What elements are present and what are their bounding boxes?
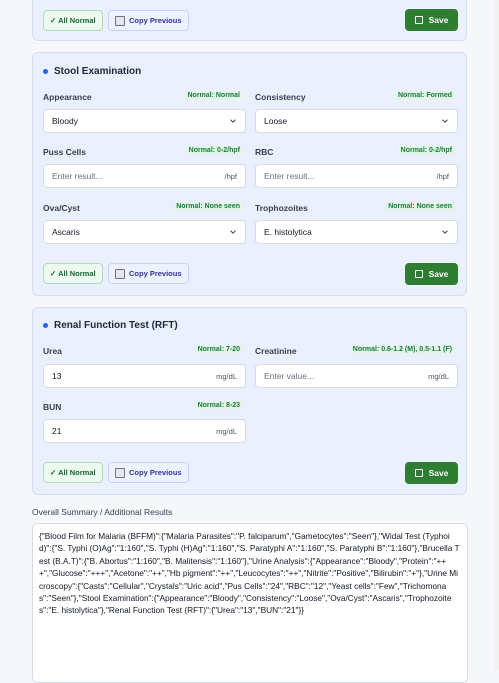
copy-previous-label: Copy Previous — [129, 468, 182, 477]
all-normal-button[interactable]: ✓ All Normal — [43, 263, 103, 284]
section-title: Stool Examination — [43, 66, 141, 77]
section-title-text: Renal Function Test (RFT) — [54, 320, 178, 331]
urea-unit: mg/dL — [216, 371, 237, 381]
consistency-label: Consistency — [255, 92, 306, 102]
puss-cells-input[interactable]: Enter result... /hpf — [43, 164, 246, 188]
copy-previous-label: Copy Previous — [129, 269, 182, 278]
save-label: Save — [428, 269, 449, 279]
save-button[interactable]: Save — [405, 462, 458, 484]
rbc-label: RBC — [255, 147, 274, 157]
save-button[interactable]: Save — [405, 263, 458, 285]
save-icon — [414, 16, 423, 24]
rbc-unit: /hpf — [436, 171, 449, 181]
bun-value: 21 — [52, 426, 62, 436]
save-icon — [414, 469, 423, 477]
all-normal-button[interactable]: ✓ All Normal — [43, 462, 103, 483]
creatinine-label: Creatinine — [255, 346, 297, 356]
rbc-input[interactable]: Enter result... /hpf — [255, 164, 458, 188]
rbc-placeholder: Enter result... — [264, 171, 315, 181]
bun-input[interactable]: 21 mg/dL — [43, 419, 246, 443]
puss-cells-normal: Normal: 0-2/hpf — [185, 146, 243, 155]
bun-normal: Normal: 8-23 — [194, 401, 243, 410]
bun-label: BUN — [43, 402, 62, 412]
section-title: Renal Function Test (RFT) — [43, 320, 178, 331]
copy-icon — [115, 268, 125, 279]
appearance-normal: Normal: Normal — [184, 91, 243, 100]
all-normal-label: ✓ All Normal — [50, 16, 96, 25]
section-title-text: Stool Examination — [54, 66, 142, 77]
copy-previous-button[interactable]: Copy Previous — [108, 263, 189, 284]
rbc-normal: Normal: 0-2/hpf — [397, 146, 455, 155]
puss-cells-placeholder: Enter result... — [52, 171, 103, 181]
urea-input[interactable]: 13 mg/dL — [43, 364, 246, 388]
summary-label: Overall Summary / Additional Results — [32, 507, 173, 517]
save-label: Save — [428, 468, 449, 478]
creatinine-normal: Normal: 0.6-1.2 (M), 0.5-1.1 (F) — [349, 345, 455, 354]
copy-previous-button[interactable]: Copy Previous — [108, 10, 189, 31]
all-normal-label: ✓ All Normal — [50, 468, 96, 477]
puss-cells-unit: /hpf — [224, 171, 237, 181]
all-normal-button[interactable]: ✓ All Normal — [43, 10, 103, 31]
chevron-down-icon — [230, 119, 236, 123]
appearance-value: Bloody — [52, 116, 78, 126]
previous-test-panel: ✓ All Normal Copy Previous Save — [32, 0, 467, 41]
stool-examination-panel: Stool Examination Appearance Normal: Nor… — [32, 52, 467, 296]
copy-icon — [115, 15, 125, 26]
consistency-value: Loose — [264, 116, 288, 126]
summary-textarea[interactable]: {"Blood Film for Malaria (BFFM)":{"Malar… — [32, 523, 468, 683]
puss-cells-label: Puss Cells — [43, 147, 86, 157]
copy-previous-button[interactable]: Copy Previous — [108, 462, 189, 483]
bullet-dot-icon — [43, 323, 48, 328]
save-button[interactable]: Save — [405, 9, 458, 31]
consistency-select[interactable]: Loose — [255, 109, 458, 133]
urea-label: Urea — [43, 346, 62, 356]
ova-cyst-label: Ova/Cyst — [43, 203, 80, 213]
copy-previous-label: Copy Previous — [129, 16, 182, 25]
trophozoites-select[interactable]: E. histolytica — [255, 220, 458, 244]
bun-unit: mg/dL — [216, 426, 237, 436]
save-icon — [414, 270, 423, 278]
chevron-down-icon — [230, 230, 236, 234]
all-normal-label: ✓ All Normal — [50, 269, 96, 278]
trophozoites-label: Trophozoites — [255, 203, 308, 213]
copy-icon — [115, 467, 125, 478]
trophozoites-normal: Normal: None seen — [385, 202, 455, 211]
creatinine-input[interactable]: Enter value... mg/dL — [255, 364, 458, 388]
trophozoites-value: E. histolytica — [264, 227, 312, 237]
creatinine-unit: mg/dL — [428, 371, 449, 381]
urea-normal: Normal: 7-20 — [194, 345, 243, 354]
page-scrollbar[interactable] — [495, 0, 499, 670]
ova-cyst-normal: Normal: None seen — [173, 202, 243, 211]
chevron-down-icon — [442, 119, 448, 123]
appearance-label: Appearance — [43, 92, 92, 102]
urea-value: 13 — [52, 371, 62, 381]
rft-panel: Renal Function Test (RFT) Urea Normal: 7… — [32, 307, 467, 495]
bullet-dot-icon — [43, 69, 48, 74]
chevron-down-icon — [442, 230, 448, 234]
ova-cyst-value: Ascaris — [52, 227, 80, 237]
appearance-select[interactable]: Bloody — [43, 109, 246, 133]
ova-cyst-select[interactable]: Ascaris — [43, 220, 246, 244]
creatinine-placeholder: Enter value... — [264, 371, 315, 381]
consistency-normal: Normal: Formed — [394, 91, 455, 100]
save-label: Save — [428, 15, 449, 25]
